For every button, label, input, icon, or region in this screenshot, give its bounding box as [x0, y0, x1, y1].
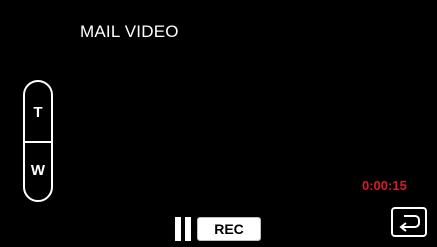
rec-button[interactable]: REC [197, 217, 261, 241]
zoom-wide-button[interactable]: W [25, 162, 51, 179]
zoom-divider [25, 141, 51, 143]
zoom-tele-button[interactable]: T [25, 104, 51, 121]
return-arrow-icon [399, 215, 420, 232]
zoom-control: T W [23, 80, 53, 202]
mode-title: MAIL VIDEO [80, 22, 179, 41]
pause-bar-right [185, 217, 191, 241]
camera-screen: MAIL VIDEO T W 0:00:15 REC [0, 0, 437, 247]
pause-icon [175, 217, 191, 241]
back-button[interactable] [391, 207, 427, 237]
pause-bar-left [175, 217, 181, 241]
recording-time: 0:00:15 [362, 178, 407, 193]
